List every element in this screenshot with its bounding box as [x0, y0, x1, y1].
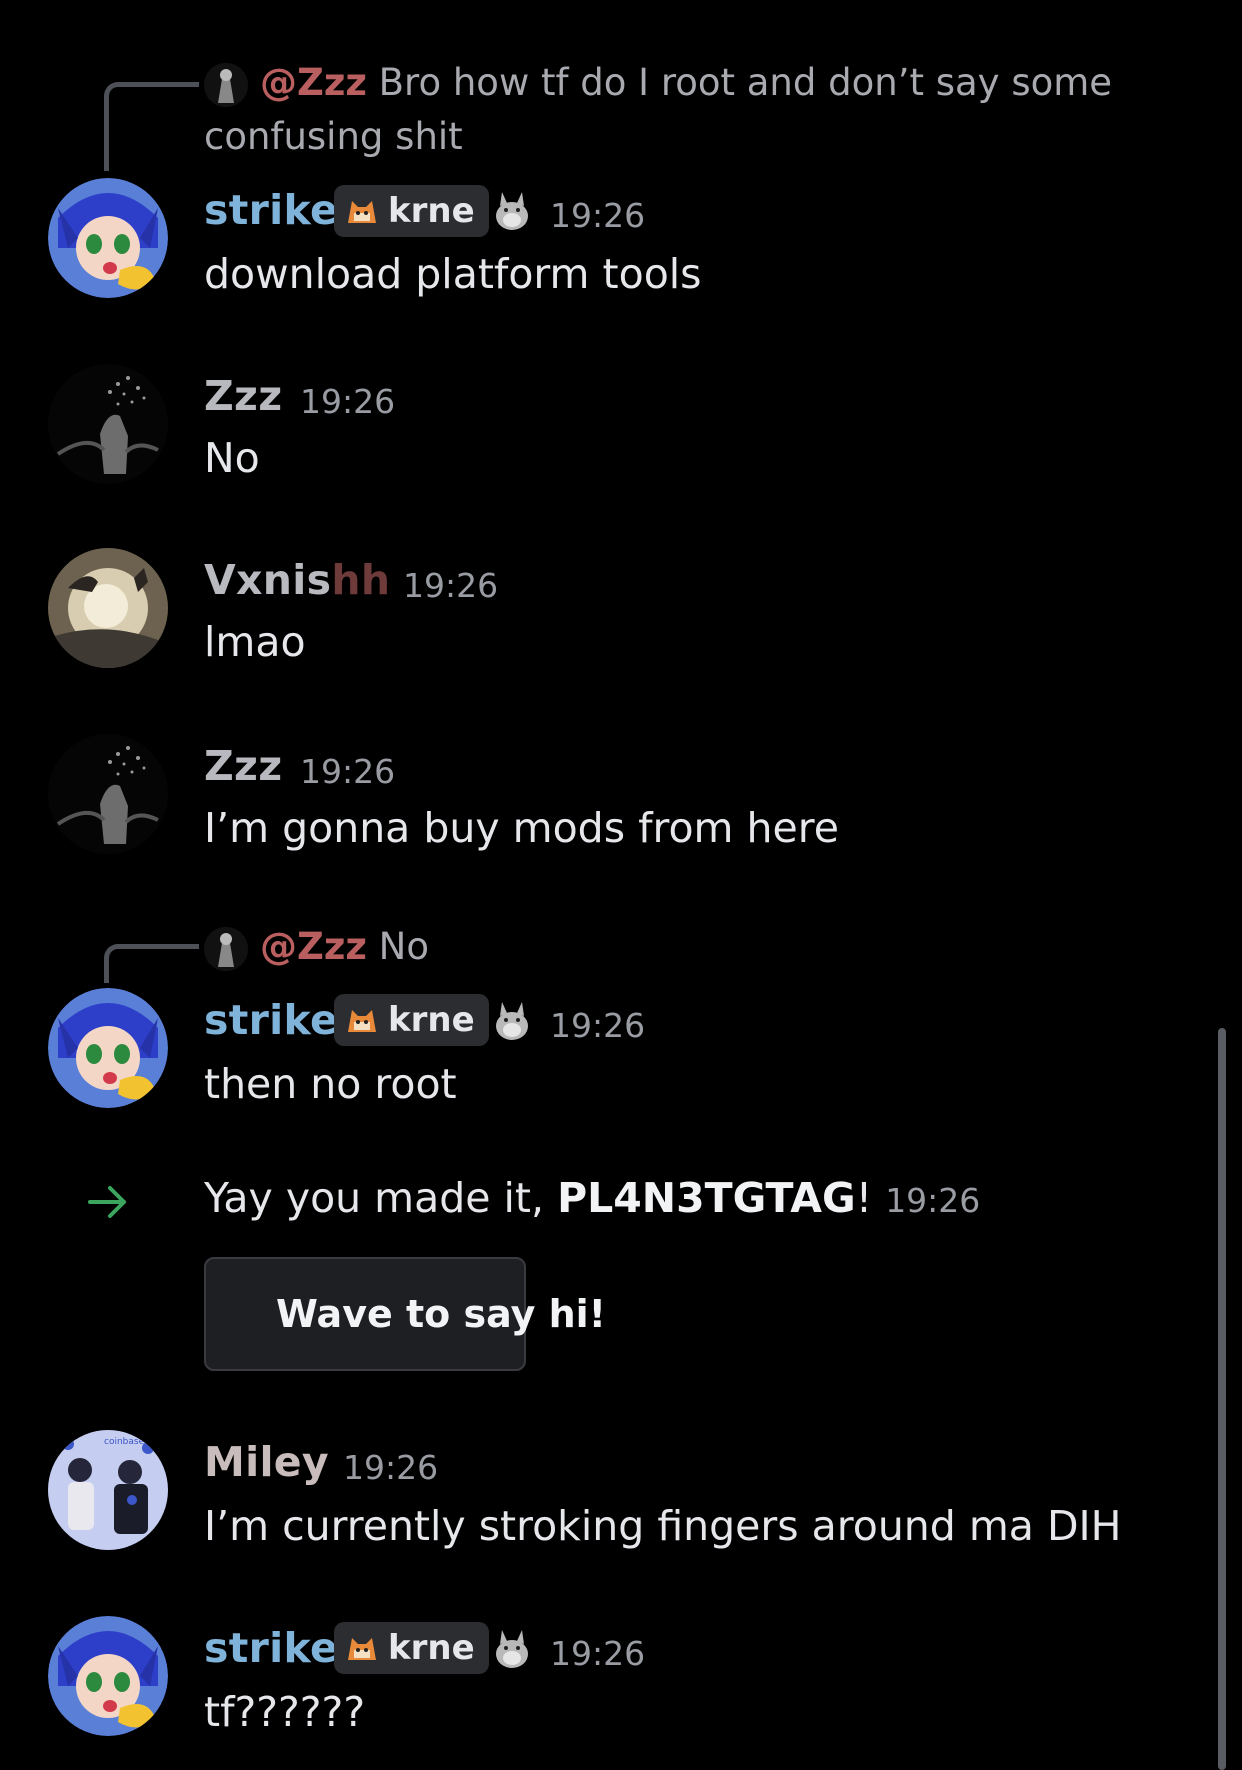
timestamp: 19:26	[550, 1006, 646, 1045]
reply-text: Bro how tf do I root and don’t say some	[378, 61, 1113, 104]
username[interactable]: strike	[204, 186, 338, 234]
avatar[interactable]	[48, 988, 168, 1108]
message-text: I’m gonna buy mods from here	[204, 804, 839, 852]
username[interactable]: strike	[204, 996, 338, 1044]
fox-tag-icon	[348, 201, 376, 223]
reply-connector	[104, 82, 199, 171]
message-text: I’m currently stroking fingers around ma…	[204, 1502, 1122, 1550]
message-text: No	[204, 434, 260, 482]
server-tag[interactable]: krne	[334, 185, 489, 237]
scrollbar[interactable]	[1218, 1028, 1226, 1770]
reply-mention[interactable]: @Zzz	[260, 925, 367, 968]
timestamp: 19:26	[403, 566, 499, 605]
join-text: Yay you made it,	[204, 1174, 558, 1222]
join-message: Yay you made it, PL4N3TGTAG! 19:26	[204, 1174, 980, 1222]
reply-preview[interactable]: @Zzz Bro how tf do I root and don’t say …	[204, 56, 1184, 164]
totoro-badge-icon	[496, 1630, 528, 1668]
server-tag[interactable]: krne	[334, 994, 489, 1046]
reply-avatar	[204, 62, 248, 107]
avatar[interactable]	[48, 734, 168, 854]
avatar[interactable]: coinbase	[48, 1430, 168, 1550]
username[interactable]: Zzz	[204, 372, 282, 420]
username[interactable]: strike	[204, 1624, 338, 1672]
wave-button-label: Wave to say hi!	[276, 1292, 606, 1336]
join-arrow-icon	[88, 1186, 126, 1218]
timestamp: 19:26	[550, 196, 646, 235]
timestamp: 19:26	[300, 752, 396, 791]
message-text: lmao	[204, 618, 306, 666]
avatar[interactable]	[48, 548, 168, 668]
reply-text-cont: confusing shit	[204, 115, 463, 158]
tag-label: krne	[388, 1000, 475, 1040]
message-text: then no root	[204, 1060, 457, 1108]
timestamp: 19:26	[885, 1181, 981, 1220]
fox-tag-icon	[348, 1010, 376, 1032]
username[interactable]: Vxnishh	[204, 556, 390, 604]
svg-text:coinbase: coinbase	[104, 1437, 145, 1447]
username-part: Vxnis	[204, 556, 332, 604]
avatar[interactable]	[48, 364, 168, 484]
join-suffix: !	[855, 1174, 873, 1222]
reply-connector	[104, 944, 199, 983]
username[interactable]: Zzz	[204, 742, 282, 790]
message-text: tf??????	[204, 1688, 366, 1736]
reply-preview[interactable]: @Zzz No	[204, 920, 429, 974]
tag-label: krne	[388, 191, 475, 231]
reply-mention[interactable]: @Zzz	[260, 61, 367, 104]
reply-text: No	[378, 925, 429, 968]
totoro-badge-icon	[496, 1002, 528, 1040]
avatar[interactable]	[48, 178, 168, 298]
avatar[interactable]	[48, 1616, 168, 1736]
totoro-badge-icon	[496, 192, 528, 230]
server-tag[interactable]: krne	[334, 1622, 489, 1674]
username-part: hh	[331, 556, 391, 604]
joined-username[interactable]: PL4N3TGTAG	[557, 1174, 856, 1222]
message-text: download platform tools	[204, 250, 702, 298]
timestamp: 19:26	[300, 382, 396, 421]
username[interactable]: Miley	[204, 1438, 329, 1486]
wave-button[interactable]: Wave to say hi!	[204, 1257, 606, 1371]
timestamp: 19:26	[550, 1634, 646, 1673]
reply-avatar	[204, 926, 248, 971]
timestamp: 19:26	[343, 1448, 439, 1487]
fox-tag-icon	[348, 1638, 376, 1660]
tag-label: krne	[388, 1628, 475, 1668]
